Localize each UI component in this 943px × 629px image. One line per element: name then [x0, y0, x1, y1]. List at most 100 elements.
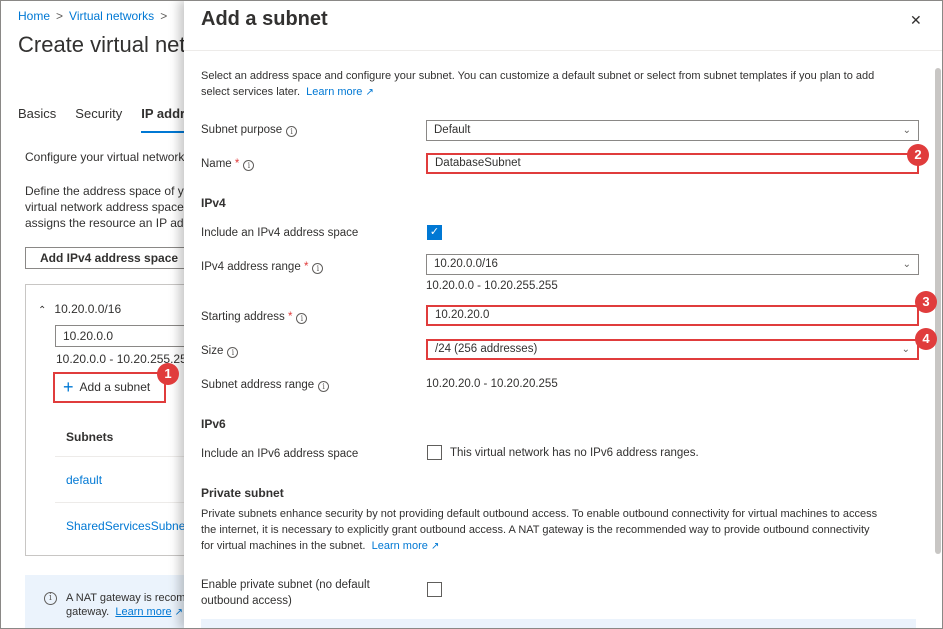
chevron-down-icon: ⌄ — [901, 344, 910, 355]
callout-badge-4: 4 — [915, 328, 937, 350]
private-text: for virtual machines in the subnet. — [201, 540, 366, 552]
add-subnet-button[interactable]: + Add a subnet — [53, 372, 166, 403]
ipv4-range-label: IPv4 address range * i — [201, 261, 324, 274]
subnet-link-default[interactable]: default — [66, 473, 102, 487]
private-subnet-heading: Private subnet — [201, 486, 284, 500]
breadcrumb-separator: > — [56, 9, 64, 23]
starting-address-input[interactable]: 10.20.20.0 — [426, 305, 919, 326]
breadcrumb: Home > Virtual networks > — [18, 9, 173, 23]
panel-description: Select an address space and configure yo… — [201, 68, 921, 101]
external-link-icon: ↗ — [365, 87, 374, 98]
name-input[interactable]: DatabaseSubnet — [426, 153, 919, 174]
label-text: Starting address — [201, 311, 285, 323]
nat-notice-line: A NAT gateway is recomm — [66, 592, 195, 604]
subnet-purpose-label: Subnet purpose i — [201, 124, 298, 137]
divider — [184, 50, 943, 51]
size-select[interactable]: /24 (256 addresses) ⌄ — [426, 339, 919, 360]
close-icon[interactable]: ✕ — [910, 12, 922, 29]
starting-address-label: Starting address * i — [201, 311, 308, 324]
add-ipv4-address-space-button[interactable]: Add IPv4 address space — [25, 247, 190, 269]
label-text: Subnet purpose — [201, 124, 283, 136]
info-icon[interactable]: i — [243, 160, 255, 171]
page-title: Create virtual net — [18, 32, 186, 57]
ipv4-section-heading: IPv4 — [201, 196, 226, 210]
include-ipv6-checkbox[interactable] — [427, 445, 442, 460]
learn-more-link[interactable]: Learn more — [306, 86, 362, 98]
description-line-2: select services later. Learn more ↗ — [201, 84, 921, 101]
external-link-icon: ↗ — [174, 607, 184, 618]
ipv4-range-select[interactable]: 10.20.0.0/16 ⌄ — [426, 254, 919, 275]
label-text: Subnet address range — [201, 379, 315, 391]
address-space-label: 10.20.0.0/16 — [54, 302, 122, 316]
include-ipv6-label: Include an IPv6 address space — [201, 448, 359, 460]
tab-security[interactable]: Security — [75, 106, 122, 131]
define-text: Define the address space of yo virtual n… — [25, 183, 194, 231]
breadcrumb-virtual-networks[interactable]: Virtual networks — [69, 9, 154, 23]
private-line: the internet, it is necessary to explici… — [201, 524, 870, 536]
subnet-link-shared-services[interactable]: SharedServicesSubnet — [66, 519, 189, 533]
info-icon[interactable]: i — [286, 126, 298, 137]
address-space-input[interactable]: 10.20.0.0 — [55, 325, 205, 347]
callout-badge-2: 2 — [907, 144, 929, 166]
divider — [55, 456, 195, 457]
description-text: select services later. — [201, 86, 301, 98]
private-line-3: for virtual machines in the subnet. Lear… — [201, 538, 921, 555]
include-ipv4-checkbox[interactable]: ✓ — [427, 225, 442, 240]
nat-notice-text-2: gateway. — [66, 606, 110, 618]
info-icon[interactable]: i — [318, 381, 330, 392]
label-line: Enable private subnet (no default — [201, 579, 370, 591]
subnet-address-range-label: Subnet address range i — [201, 379, 330, 392]
required-asterisk: * — [234, 158, 240, 170]
configure-text: Configure your virtual network — [25, 150, 185, 164]
address-space-header[interactable]: ⌃ 10.20.0.0/16 — [38, 302, 121, 316]
add-subnet-label: Add a subnet — [79, 380, 151, 394]
select-value: /24 (256 addresses) — [435, 343, 538, 355]
chevron-up-icon: ⌃ — [38, 305, 47, 316]
chevron-down-icon: ⌄ — [902, 259, 911, 270]
ipv4-range-text: 10.20.0.0 - 10.20.255.255 — [426, 280, 558, 292]
panel-title: Add a subnet — [201, 8, 328, 30]
info-bar — [201, 619, 916, 629]
subnet-address-range-value: 10.20.20.0 - 10.20.20.255 — [426, 378, 558, 390]
info-icon[interactable]: i — [312, 263, 324, 274]
label-text: Size — [201, 345, 224, 357]
callout-badge-3: 3 — [915, 291, 937, 313]
nat-notice-line2: gateway. Learn more ↗ — [66, 605, 195, 620]
chevron-down-icon: ⌄ — [902, 125, 911, 136]
private-subnet-description: Private subnets enhance security by not … — [201, 506, 921, 555]
nat-gateway-notice: i A NAT gateway is recomm gateway. Learn… — [25, 575, 195, 629]
breadcrumb-separator: > — [160, 9, 168, 23]
label-text: IPv4 address range — [201, 261, 301, 273]
required-asterisk: * — [287, 311, 293, 323]
tab-basics[interactable]: Basics — [18, 106, 56, 131]
include-ipv4-label: Include an IPv4 address space — [201, 227, 359, 239]
tab-bar: Basics Security IP addr — [18, 106, 204, 133]
select-value: Default — [434, 124, 471, 136]
define-line: virtual network address space i — [25, 200, 190, 214]
description-line: Select an address space and configure yo… — [201, 70, 875, 82]
breadcrumb-home[interactable]: Home — [18, 9, 50, 23]
info-icon[interactable]: i — [296, 313, 308, 324]
subnets-column-header: Subnets — [66, 430, 114, 444]
nat-learn-more-link[interactable]: Learn more — [115, 606, 171, 618]
subnet-purpose-select[interactable]: Default ⌄ — [426, 120, 919, 141]
address-space-card: ⌃ 10.20.0.0/16 10.20.0.0 10.20.0.0 - 10.2… — [25, 284, 205, 556]
plus-icon: + — [63, 377, 74, 397]
label-text: Name — [201, 158, 232, 170]
external-link-icon: ↗ — [430, 541, 440, 552]
private-learn-more-link[interactable]: Learn more — [372, 540, 428, 552]
ipv6-note: This virtual network has no IPv6 address… — [450, 447, 699, 459]
info-icon[interactable]: i — [227, 347, 239, 358]
define-line: assigns the resource an IP addr — [25, 216, 195, 230]
enable-private-subnet-label: Enable private subnet (no default outbou… — [201, 577, 370, 609]
private-line: Private subnets enhance security by not … — [201, 508, 878, 520]
callout-badge-1: 1 — [157, 363, 179, 385]
required-asterisk: * — [303, 261, 309, 273]
name-label: Name * i — [201, 158, 255, 171]
tab-ip-addresses[interactable]: IP addr — [141, 106, 186, 133]
scrollbar[interactable] — [935, 68, 941, 554]
enable-private-subnet-checkbox[interactable] — [427, 582, 442, 597]
ipv6-section-heading: IPv6 — [201, 417, 226, 431]
divider — [55, 502, 195, 503]
define-line: Define the address space of yo — [25, 184, 191, 198]
